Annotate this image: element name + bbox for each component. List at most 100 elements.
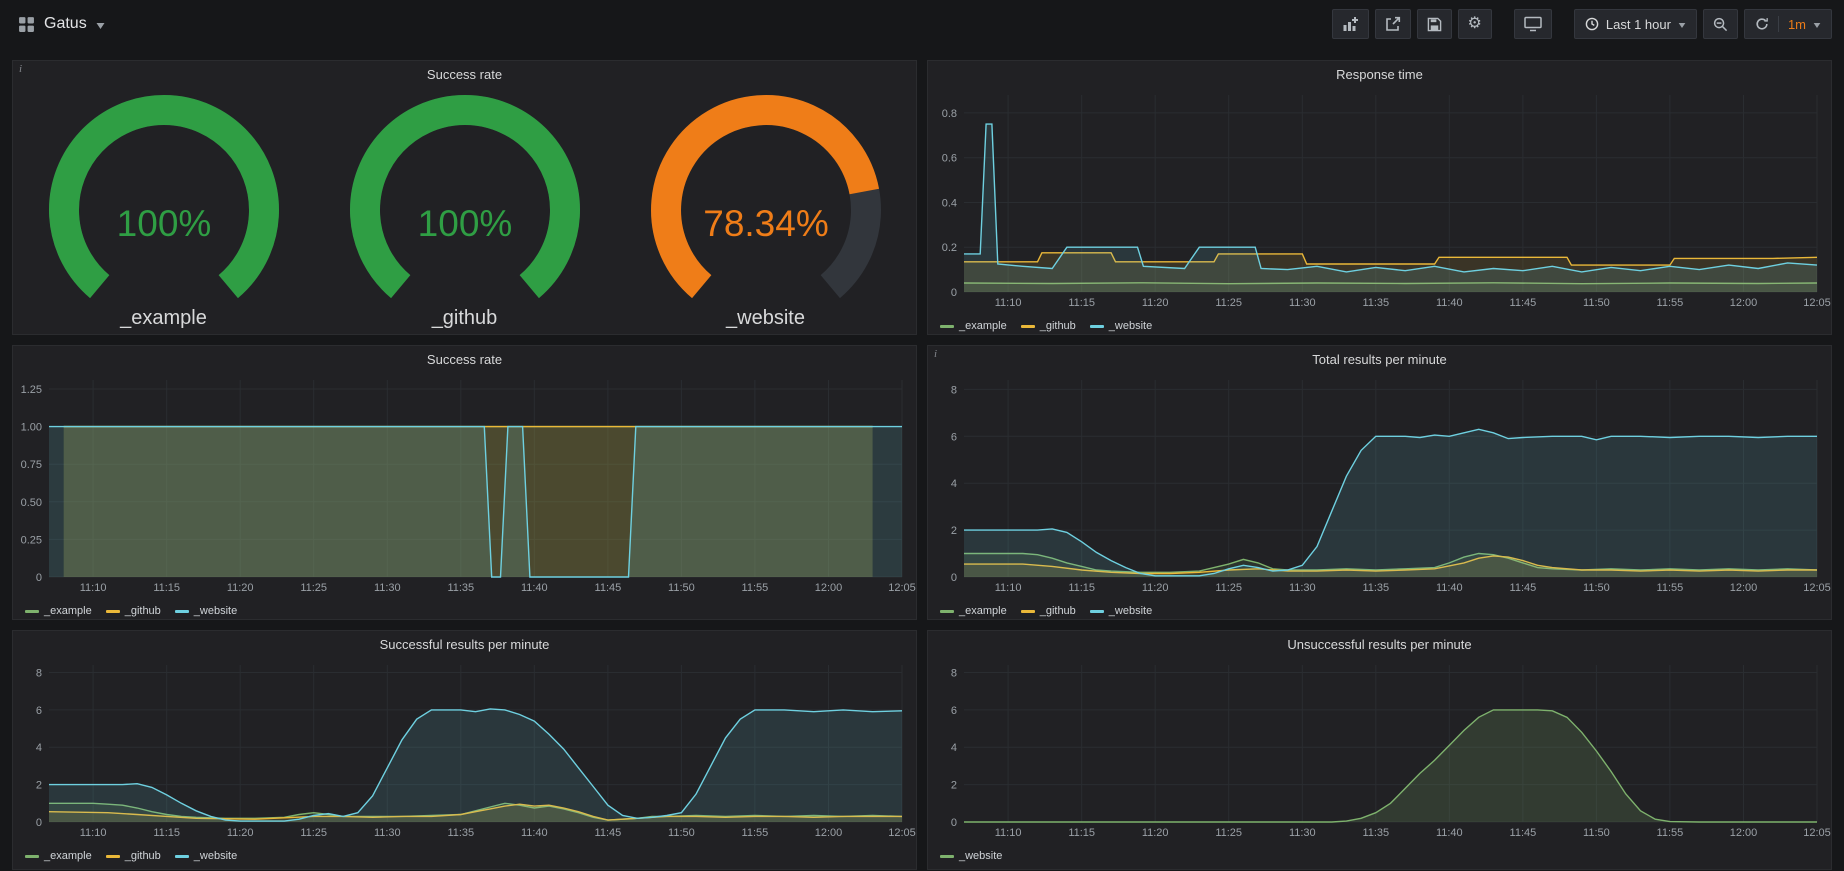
- legend-swatch-icon: [106, 610, 120, 613]
- gauge-label: _example: [120, 307, 207, 330]
- svg-text:0: 0: [36, 817, 42, 829]
- panel-title[interactable]: Response time: [928, 61, 1831, 87]
- chevron-down-icon: [1678, 23, 1686, 28]
- gauge-label: _website: [726, 307, 805, 330]
- panel-total-results: i Total results per minute 11:1011:1511:…: [927, 345, 1832, 620]
- svg-text:8: 8: [951, 668, 957, 680]
- svg-text:2: 2: [951, 780, 957, 792]
- svg-text:11:15: 11:15: [1068, 827, 1095, 839]
- save-button[interactable]: [1417, 9, 1452, 39]
- gauge-website[interactable]: 78.34% _website: [616, 93, 916, 330]
- dashboard-grid-icon[interactable]: [18, 16, 35, 33]
- panel-title[interactable]: Success rate: [13, 61, 916, 87]
- legend: _website: [928, 847, 1831, 865]
- info-icon[interactable]: i: [928, 346, 952, 364]
- legend-label: _website: [1109, 320, 1152, 332]
- svg-text:11:10: 11:10: [80, 827, 107, 839]
- svg-text:11:10: 11:10: [80, 582, 107, 594]
- svg-text:11:15: 11:15: [1068, 297, 1095, 309]
- legend-swatch-icon: [175, 610, 189, 613]
- panel-success-rate-gauges: i Success rate 100% _example 100% _githu…: [12, 60, 917, 335]
- svg-text:100%: 100%: [116, 203, 211, 244]
- svg-text:11:20: 11:20: [1142, 827, 1169, 839]
- svg-text:11:50: 11:50: [1583, 582, 1610, 594]
- panel-title[interactable]: Unsuccessful results per minute: [928, 631, 1831, 657]
- legend-swatch-icon: [175, 855, 189, 858]
- svg-text:12:00: 12:00: [1730, 297, 1758, 309]
- share-button[interactable]: [1375, 9, 1411, 39]
- successful-results-chart[interactable]: 11:1011:1511:2011:2511:3011:3511:4011:45…: [13, 657, 916, 842]
- time-range-label: Last 1 hour: [1606, 17, 1671, 32]
- svg-text:12:05: 12:05: [888, 582, 916, 594]
- success-rate-chart[interactable]: 11:1011:1511:2011:2511:3011:3511:4011:45…: [13, 372, 916, 597]
- legend-label: _github: [125, 850, 161, 862]
- svg-text:6: 6: [951, 705, 957, 717]
- panel-successful-results: Successful results per minute 11:1011:15…: [12, 630, 917, 870]
- legend-label: _website: [959, 850, 1002, 862]
- legend-label: _website: [194, 605, 237, 617]
- legend-item-website[interactable]: _website: [1090, 605, 1152, 617]
- svg-text:11:10: 11:10: [995, 827, 1022, 839]
- navbar-right: ⚙ Last 1 hour 1m: [1332, 9, 1832, 39]
- legend-item-example[interactable]: _example: [25, 850, 92, 862]
- legend-swatch-icon: [940, 855, 954, 858]
- info-icon[interactable]: i: [13, 61, 37, 79]
- panel-title[interactable]: Total results per minute: [928, 346, 1831, 372]
- svg-text:11:25: 11:25: [300, 582, 327, 594]
- legend-item-website[interactable]: _website: [940, 850, 1002, 862]
- legend-item-github[interactable]: _github: [106, 605, 161, 617]
- gear-icon: ⚙: [1468, 16, 1482, 32]
- chevron-down-icon[interactable]: [96, 23, 105, 29]
- refresh-button[interactable]: 1m: [1744, 9, 1832, 39]
- svg-text:11:20: 11:20: [227, 827, 254, 839]
- legend-item-github[interactable]: _github: [1021, 320, 1076, 332]
- gauge-label: _github: [432, 307, 498, 330]
- svg-text:0.6: 0.6: [942, 153, 957, 165]
- svg-text:4: 4: [951, 742, 957, 754]
- legend: _example _github _website: [928, 317, 1831, 335]
- svg-text:1.00: 1.00: [21, 422, 42, 434]
- legend-item-website[interactable]: _website: [175, 850, 237, 862]
- svg-text:0: 0: [951, 817, 957, 829]
- panel-title[interactable]: Successful results per minute: [13, 631, 916, 657]
- save-icon: [1427, 17, 1442, 32]
- svg-text:0: 0: [36, 572, 42, 584]
- gauge-github[interactable]: 100% _github: [315, 93, 615, 330]
- settings-button[interactable]: ⚙: [1458, 9, 1492, 39]
- legend-item-github[interactable]: _github: [106, 850, 161, 862]
- svg-text:11:25: 11:25: [1215, 827, 1242, 839]
- svg-text:0.50: 0.50: [21, 497, 42, 509]
- svg-text:12:05: 12:05: [1803, 297, 1831, 309]
- svg-text:0: 0: [951, 287, 957, 299]
- gauge-example[interactable]: 100% _example: [14, 93, 314, 330]
- legend-swatch-icon: [1021, 610, 1035, 613]
- add-panel-button[interactable]: [1332, 9, 1369, 39]
- time-range-button[interactable]: Last 1 hour: [1574, 9, 1697, 39]
- legend-item-website[interactable]: _website: [1090, 320, 1152, 332]
- panel-title[interactable]: Success rate: [13, 346, 916, 372]
- svg-text:11:45: 11:45: [595, 827, 622, 839]
- response-time-chart[interactable]: 11:1011:1511:2011:2511:3011:3511:4011:45…: [928, 87, 1831, 312]
- unsuccessful-results-chart[interactable]: 11:1011:1511:2011:2511:3011:3511:4011:45…: [928, 657, 1831, 842]
- dashboard-title[interactable]: Gatus: [44, 15, 87, 33]
- svg-text:12:05: 12:05: [1803, 582, 1831, 594]
- legend-swatch-icon: [1090, 610, 1104, 613]
- legend-label: _github: [1040, 605, 1076, 617]
- legend-item-example[interactable]: _example: [940, 320, 1007, 332]
- svg-text:11:50: 11:50: [668, 827, 695, 839]
- add-panel-icon: [1342, 16, 1359, 32]
- cycle-view-button[interactable]: [1514, 9, 1552, 39]
- zoom-out-button[interactable]: [1703, 9, 1738, 39]
- legend-item-example[interactable]: _example: [25, 605, 92, 617]
- divider: [1778, 16, 1779, 32]
- legend-label: _website: [194, 850, 237, 862]
- total-results-chart[interactable]: 11:1011:1511:2011:2511:3011:3511:4011:45…: [928, 372, 1831, 597]
- legend-swatch-icon: [25, 610, 39, 613]
- svg-text:6: 6: [951, 431, 957, 443]
- legend-swatch-icon: [106, 855, 120, 858]
- legend-item-website[interactable]: _website: [175, 605, 237, 617]
- svg-text:0.8: 0.8: [942, 108, 957, 120]
- legend-item-example[interactable]: _example: [940, 605, 1007, 617]
- svg-text:11:40: 11:40: [521, 582, 548, 594]
- legend-item-github[interactable]: _github: [1021, 605, 1076, 617]
